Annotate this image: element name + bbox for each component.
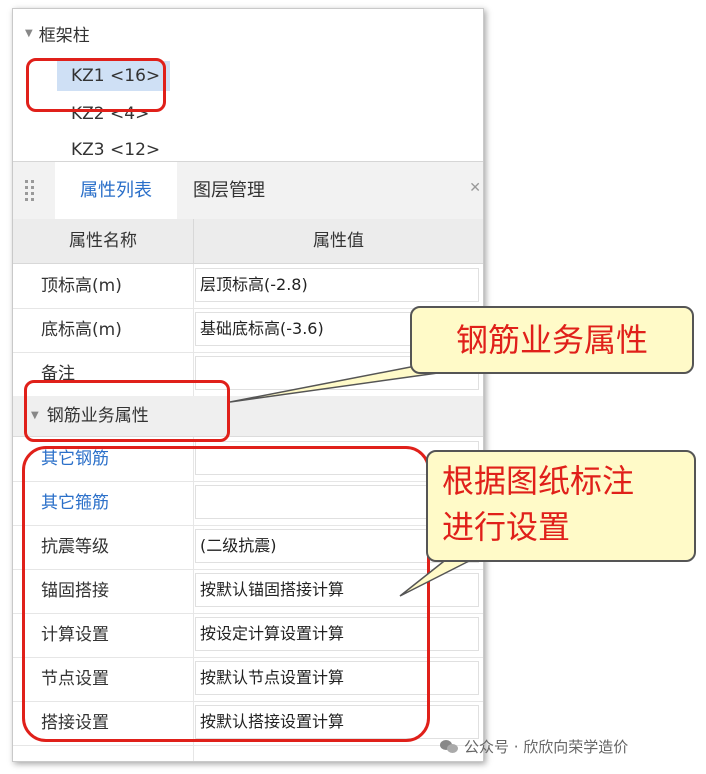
- drag-handle-icon[interactable]: [25, 180, 35, 202]
- column-header-name: 属性名称: [13, 219, 194, 264]
- wechat-icon: [440, 739, 458, 754]
- watermark-text: 公众号 · 欣欣向荣学造价: [464, 738, 629, 756]
- highlight-box-group: [24, 380, 230, 442]
- tab-property-list[interactable]: 属性列表: [55, 162, 177, 220]
- collapse-triangle-icon[interactable]: ▼: [25, 28, 33, 39]
- tree-root-node[interactable]: ▼ 框架柱: [25, 21, 90, 46]
- close-icon[interactable]: ✕: [469, 180, 481, 196]
- table-row: 顶标高(m) 层顶标高(-2.8): [13, 264, 483, 309]
- table-row-partial: [13, 745, 483, 761]
- tree-item-kz3[interactable]: KZ3 <12>: [57, 135, 170, 159]
- callout-rebar-properties: 钢筋业务属性: [410, 306, 694, 374]
- callout-text: 钢筋业务属性: [455, 321, 648, 359]
- highlight-box-kz1: [26, 58, 166, 112]
- property-name: 顶标高(m): [41, 276, 122, 296]
- panel-tab-bar: 属性列表 图层管理 ✕: [13, 161, 483, 221]
- property-value-field[interactable]: 层顶标高(-2.8): [195, 268, 479, 302]
- column-header-value: 属性值: [194, 219, 483, 264]
- callout-text-line2: 进行设置: [442, 508, 571, 546]
- callout-set-per-drawing: 根据图纸标注 进行设置: [426, 450, 696, 562]
- tree-root-label: 框架柱: [38, 26, 90, 46]
- property-name: 底标高(m): [41, 320, 122, 340]
- highlight-box-rebar-rows: [22, 446, 430, 742]
- tab-layer-management[interactable]: 图层管理: [193, 162, 265, 220]
- watermark: 公众号 · 欣欣向荣学造价: [440, 736, 628, 757]
- callout-text-line1: 根据图纸标注: [442, 462, 635, 500]
